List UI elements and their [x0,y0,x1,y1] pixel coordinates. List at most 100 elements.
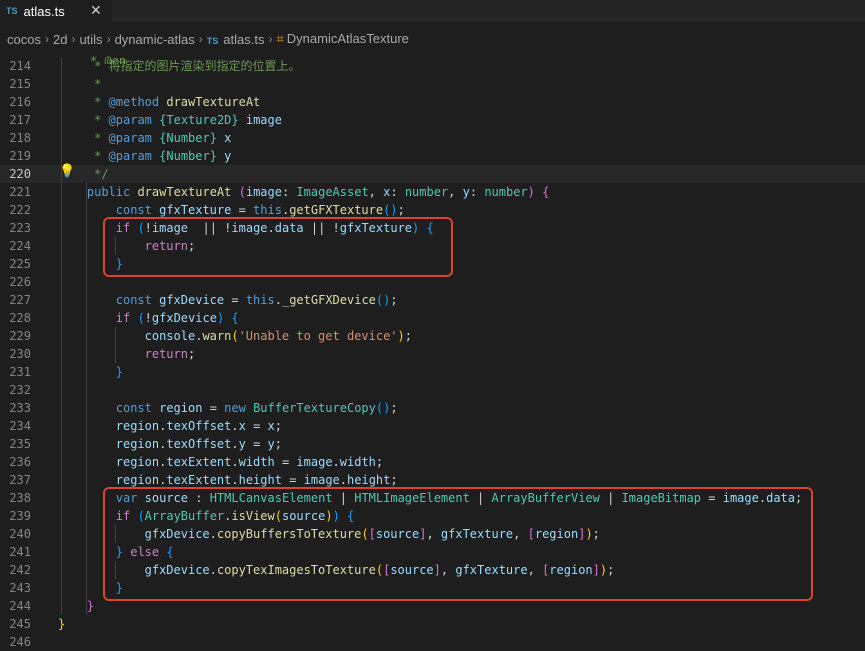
code-line[interactable]: 231} [0,363,865,381]
code-token: image [238,113,282,127]
code-text: const gfxDevice = this._getGFXDevice(); [116,291,398,309]
code-token: ; [375,455,384,469]
code-text: return; [145,345,196,363]
highlight-box [103,217,453,277]
line-number: 235 [9,437,31,451]
code-line[interactable]: 233 const region = new BufferTextureCopy(… [0,399,865,417]
code-token: texOffset [166,419,232,433]
code-token: region [115,419,160,433]
code-line[interactable]: 217 * @param {Texture2D} image [0,111,865,129]
code-token: x [267,419,275,433]
code-token: texExtent [166,455,232,469]
code-line[interactable]: 232 [0,381,865,399]
code-token: . [231,473,239,487]
code-token: x [238,419,246,433]
code-line[interactable]: 235 region.texOffset.y = y; [0,435,865,453]
code-line[interactable]: 216 * @method drawTextureAt [0,93,865,111]
line-number: 239 [9,509,31,523]
code-line[interactable]: 221 public drawTextureAt (image: ImageAss… [0,183,865,201]
code-token: , [368,185,384,199]
code-token: 'Unable to get device' [238,329,398,343]
code-token: const [115,293,160,307]
line-number: 218 [9,131,31,145]
code-line[interactable]: 236 region.texExtent.width = image.width; [0,453,865,471]
line-number: 220 [9,167,31,181]
code-editor[interactable]: * @en 214 * 将指定的图片渲染到指定的位置上。 215 * 216 * @met… [0,56,865,649]
line-number: 214 [9,59,31,73]
code-token: : [469,185,485,199]
line-number: 232 [9,383,31,397]
line-number: 230 [9,347,31,361]
code-token: ! [144,311,152,325]
code-token: if [115,311,138,325]
code-line[interactable]: 229 console.warn('Unable to get device'); [0,327,865,345]
breadcrumb-item[interactable]: dynamic-atlas [115,32,195,47]
code-line[interactable]: 230 return; [0,345,865,363]
code-line[interactable]: 215 * [0,75,865,93]
code-line[interactable]: 246 [0,633,865,651]
code-token: ; [397,203,405,217]
code-line[interactable]: 227 const gfxDevice = this._getGFXDevice(… [0,291,865,309]
code-text: * @param {Number} x [94,129,231,147]
code-token: */ [94,167,109,181]
code-token: {Number} [159,149,217,163]
breadcrumb-item[interactable]: utils [79,32,102,47]
code-text: * [94,75,101,93]
chevron-right-icon: › [44,32,49,46]
chevron-right-icon: › [106,32,111,46]
code-token: texOffset [166,437,232,451]
code-token: @param [108,113,152,127]
code-token: ; [274,419,282,433]
code-line[interactable]: 245} [0,615,865,633]
line-number: 216 [9,95,31,109]
code-token: } [58,617,66,631]
code-line[interactable]: 220 */ [0,165,865,183]
code-token: const [115,401,160,415]
code-line[interactable]: 234 region.texOffset.x = x; [0,417,865,435]
breadcrumb-item[interactable]: TS atlas.ts [207,32,265,47]
code-token: region [115,437,160,451]
code-token: . [231,419,239,433]
code-token: y [267,437,275,451]
tab-atlas-ts[interactable]: TS atlas.ts ✕ [0,0,112,22]
code-text: if (!gfxDevice) { [116,309,239,327]
code-token: ; [404,329,412,343]
code-token: ( [238,185,246,199]
code-token: new [224,401,254,415]
line-number: 215 [9,77,31,91]
code-token: ( [137,311,145,325]
breadcrumb-label: DynamicAtlasTexture [286,31,409,46]
breadcrumb-item[interactable]: cocos [7,32,41,47]
breadcrumb-item[interactable]: ⌗ DynamicAtlasTexture [276,31,408,47]
code-token: ) [397,329,405,343]
close-icon[interactable]: ✕ [90,2,102,19]
code-token: y [462,185,470,199]
code-token: gfxDevice [151,311,217,325]
indent-guide [86,183,87,615]
code-token: : [281,185,297,199]
code-token: = [231,203,254,217]
line-number: 219 [9,149,31,163]
code-line[interactable]: 214 * 将指定的图片渲染到指定的位置上。 [0,57,865,75]
line-number: 231 [9,365,31,379]
line-number: 221 [9,185,31,199]
code-text: * @param {Number} y [94,147,231,165]
chevron-right-icon: › [268,32,273,46]
code-text: console.warn('Unable to get device'); [145,327,412,345]
code-text: * @param {Texture2D} image [94,111,282,129]
code-token: this [253,203,282,217]
breadcrumb: cocos › 2d › utils › dynamic-atlas › TS atlas.ts ›… [0,28,865,50]
breadcrumb-item[interactable]: 2d [53,32,67,47]
code-line[interactable]: 228 if (!gfxDevice) { [0,309,865,327]
code-token: @param [108,149,152,163]
code-token: image [245,185,282,199]
code-text: * 将指定的图片渲染到指定的位置上。 [94,57,300,75]
line-number: 226 [9,275,31,289]
code-line[interactable]: 219 * @param {Number} y [0,147,865,165]
code-line[interactable]: 218 * @param {Number} x [0,129,865,147]
lightbulb-icon[interactable]: 💡 [59,164,75,179]
code-token: * [94,113,109,127]
code-token: ; [390,473,398,487]
code-token: { [542,185,550,199]
